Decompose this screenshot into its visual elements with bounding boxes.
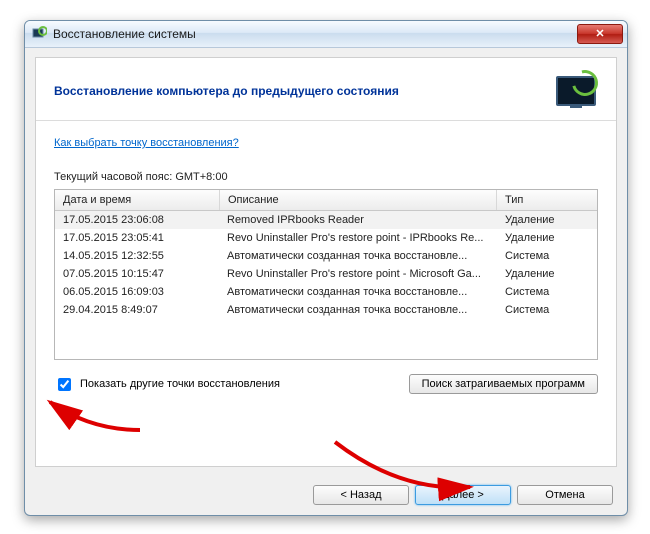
restore-points-table: Дата и время Описание Тип 17.05.2015 23:… bbox=[54, 189, 598, 360]
restore-monitor-icon bbox=[550, 72, 598, 110]
cell-type: Система bbox=[497, 247, 597, 265]
table-row[interactable]: 29.04.2015 8:49:07 Автоматически созданн… bbox=[55, 301, 597, 319]
back-button[interactable]: < Назад bbox=[313, 485, 409, 505]
cell-type: Удаление bbox=[497, 211, 597, 229]
cell-datetime: 17.05.2015 23:06:08 bbox=[55, 211, 219, 229]
content-header: Восстановление компьютера до предыдущего… bbox=[36, 58, 616, 121]
col-type[interactable]: Тип bbox=[497, 190, 597, 210]
cell-type: Удаление bbox=[497, 265, 597, 283]
next-button[interactable]: Далее > bbox=[415, 485, 511, 505]
show-more-label: Показать другие точки восстановления bbox=[80, 378, 280, 390]
close-icon: ✕ bbox=[595, 29, 604, 40]
cell-description: Revo Uninstaller Pro's restore point - M… bbox=[219, 265, 497, 283]
cell-description: Removed IPRbooks Reader bbox=[219, 211, 497, 229]
col-datetime[interactable]: Дата и время bbox=[55, 190, 220, 210]
table-row[interactable]: 06.05.2015 16:09:03 Автоматически создан… bbox=[55, 283, 597, 301]
help-link[interactable]: Как выбрать точку восстановления? bbox=[54, 137, 239, 149]
cell-datetime: 14.05.2015 12:32:55 bbox=[55, 247, 219, 265]
cell-type: Удаление bbox=[497, 229, 597, 247]
close-button[interactable]: ✕ bbox=[577, 24, 623, 44]
cell-description: Автоматически созданная точка восстановл… bbox=[219, 301, 497, 319]
cancel-button[interactable]: Отмена bbox=[517, 485, 613, 505]
show-more-checkbox[interactable]: Показать другие точки восстановления bbox=[54, 375, 409, 394]
table-row[interactable]: 17.05.2015 23:05:41 Revo Uninstaller Pro… bbox=[55, 229, 597, 247]
cell-description: Revo Uninstaller Pro's restore point - I… bbox=[219, 229, 497, 247]
system-restore-icon bbox=[31, 26, 47, 42]
table-row[interactable]: 17.05.2015 23:06:08 Removed IPRbooks Rea… bbox=[55, 211, 597, 229]
cell-datetime: 17.05.2015 23:05:41 bbox=[55, 229, 219, 247]
system-restore-window: Восстановление системы ✕ Восстановление … bbox=[24, 20, 628, 516]
table-header: Дата и время Описание Тип bbox=[55, 190, 597, 211]
timezone-label: Текущий часовой пояс: GMT+8:00 bbox=[54, 171, 598, 183]
cell-datetime: 06.05.2015 16:09:03 bbox=[55, 283, 219, 301]
table-row[interactable]: 14.05.2015 12:32:55 Автоматически создан… bbox=[55, 247, 597, 265]
cell-type: Система bbox=[497, 283, 597, 301]
cell-type: Система bbox=[497, 301, 597, 319]
cell-datetime: 07.05.2015 10:15:47 bbox=[55, 265, 219, 283]
table-row[interactable]: 07.05.2015 10:15:47 Revo Uninstaller Pro… bbox=[55, 265, 597, 283]
content-panel: Восстановление компьютера до предыдущего… bbox=[35, 57, 617, 467]
cell-datetime: 29.04.2015 8:49:07 bbox=[55, 301, 219, 319]
page-title: Восстановление компьютера до предыдущего… bbox=[54, 84, 550, 98]
wizard-footer: < Назад Далее > Отмена bbox=[25, 475, 627, 515]
show-more-checkbox-input[interactable] bbox=[58, 378, 71, 391]
cell-description: Автоматически созданная точка восстановл… bbox=[219, 247, 497, 265]
titlebar[interactable]: Восстановление системы ✕ bbox=[25, 21, 627, 48]
affected-programs-button[interactable]: Поиск затрагиваемых программ bbox=[409, 374, 598, 394]
window-title: Восстановление системы bbox=[53, 27, 577, 41]
cell-description: Автоматически созданная точка восстановл… bbox=[219, 283, 497, 301]
col-description[interactable]: Описание bbox=[220, 190, 497, 210]
